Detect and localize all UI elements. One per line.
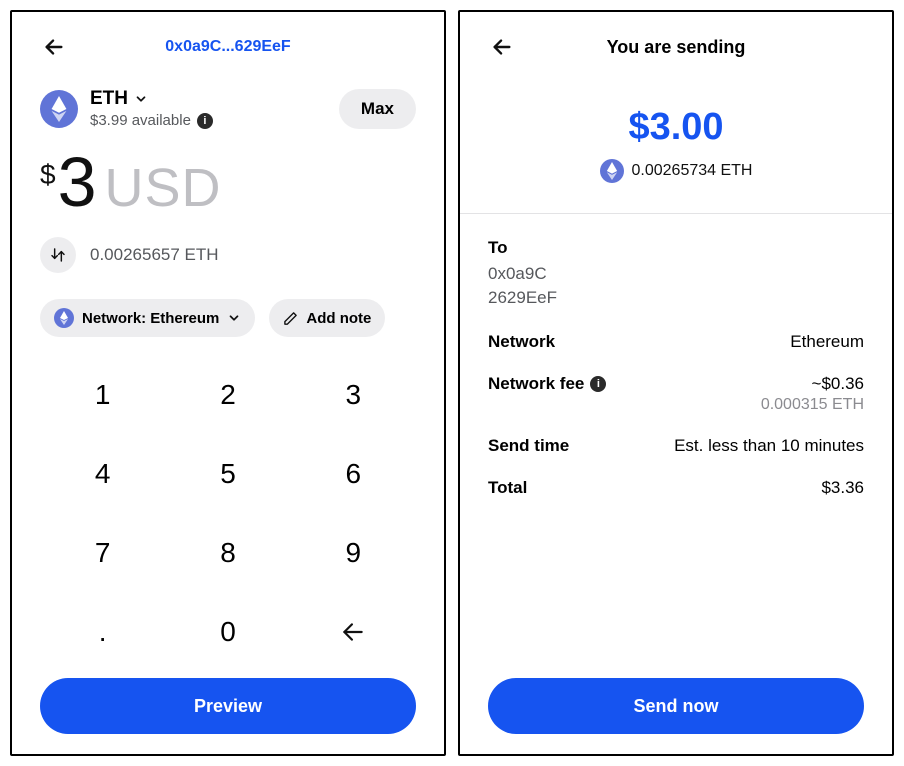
asset-selector[interactable]: ETH [90,88,213,110]
recipient-address[interactable]: 0x0a9C...629EeF [68,38,388,56]
to-block: To 0x0a9C 2629EeF [488,238,864,310]
fee-label: Network fee i [488,374,606,394]
key-backspace[interactable] [291,593,416,672]
total-label: Total [488,478,527,498]
currency-symbol: $ [40,159,56,191]
fee-block: Network fee i ~$0.36 0.000315 ETH [488,374,864,414]
available-balance: $3.99 available i [90,112,213,129]
chevron-down-icon [227,311,241,325]
fee-value: ~$0.36 0.000315 ETH [761,374,864,414]
key-8[interactable]: 8 [165,514,290,593]
arrow-left-icon [340,619,366,645]
key-2[interactable]: 2 [165,355,290,434]
total-block: Total $3.36 [488,478,864,498]
key-3[interactable]: 3 [291,355,416,434]
arrow-left-icon [43,36,65,58]
send-confirm-panel: You are sending $3.00 0.00265734 ETH To … [458,10,894,756]
preview-button[interactable]: Preview [40,678,416,734]
summary-sub: 0.00265734 ETH [488,159,864,183]
arrow-left-icon [491,36,513,58]
network-label: Network [488,332,555,352]
send-amount-panel: 0x0a9C...629EeF ETH $3.99 available i Ma… [10,10,446,756]
pencil-icon [283,311,298,326]
network-label-prefix: Network: [82,310,146,327]
sendtime-block: Send time Est. less than 10 minutes [488,436,864,456]
back-button[interactable] [40,33,68,61]
eth-icon [40,90,78,128]
converted-amount: 0.00265657 ETH [90,245,219,265]
page-title: You are sending [516,37,836,58]
sendtime-value: Est. less than 10 minutes [674,436,864,456]
total-value: $3.36 [821,478,864,498]
network-value: Ethereum [150,310,219,327]
key-4[interactable]: 4 [40,434,165,513]
divider [460,213,892,214]
network-selector[interactable]: Network: Ethereum [40,299,255,337]
info-section: To 0x0a9C 2629EeF Network Ethereum Netwo… [488,238,864,498]
key-1[interactable]: 1 [40,355,165,434]
asset-row: ETH $3.99 available i Max [40,88,416,129]
key-6[interactable]: 6 [291,434,416,513]
info-icon[interactable]: i [590,376,606,392]
header-row: You are sending [488,32,864,62]
back-button[interactable] [488,33,516,61]
pill-row: Network: Ethereum Add note [40,299,416,337]
key-0[interactable]: 0 [165,593,290,672]
key-dot[interactable]: . [40,593,165,672]
chevron-down-icon [134,92,148,106]
sendtime-label: Send time [488,436,569,456]
key-5[interactable]: 5 [165,434,290,513]
key-9[interactable]: 9 [291,514,416,593]
swap-icon [50,247,66,263]
keypad: 1 2 3 4 5 6 7 8 9 . 0 [40,355,416,672]
eth-icon [54,308,74,328]
add-note-label: Add note [306,310,371,327]
network-value: Ethereum [790,332,864,352]
header-row: 0x0a9C...629EeF [40,32,416,62]
to-value: 0x0a9C 2629EeF [488,262,864,310]
to-label: To [488,238,864,258]
send-now-button[interactable]: Send now [488,678,864,734]
key-7[interactable]: 7 [40,514,165,593]
swap-currency-button[interactable] [40,237,76,273]
add-note-button[interactable]: Add note [269,299,385,337]
summary-amount: $3.00 [488,106,864,149]
network-block: Network Ethereum [488,332,864,352]
asset-info: ETH $3.99 available i [90,88,213,129]
amount-display: $ 3 USD [40,147,416,219]
asset-symbol: ETH [90,88,128,110]
max-button[interactable]: Max [339,89,416,129]
summary-sub-value: 0.00265734 ETH [632,162,753,180]
eth-icon [600,159,624,183]
converted-row: 0.00265657 ETH [40,237,416,273]
info-icon[interactable]: i [197,113,213,129]
amount-value: 3 [58,147,97,217]
currency-label: USD [105,157,222,219]
